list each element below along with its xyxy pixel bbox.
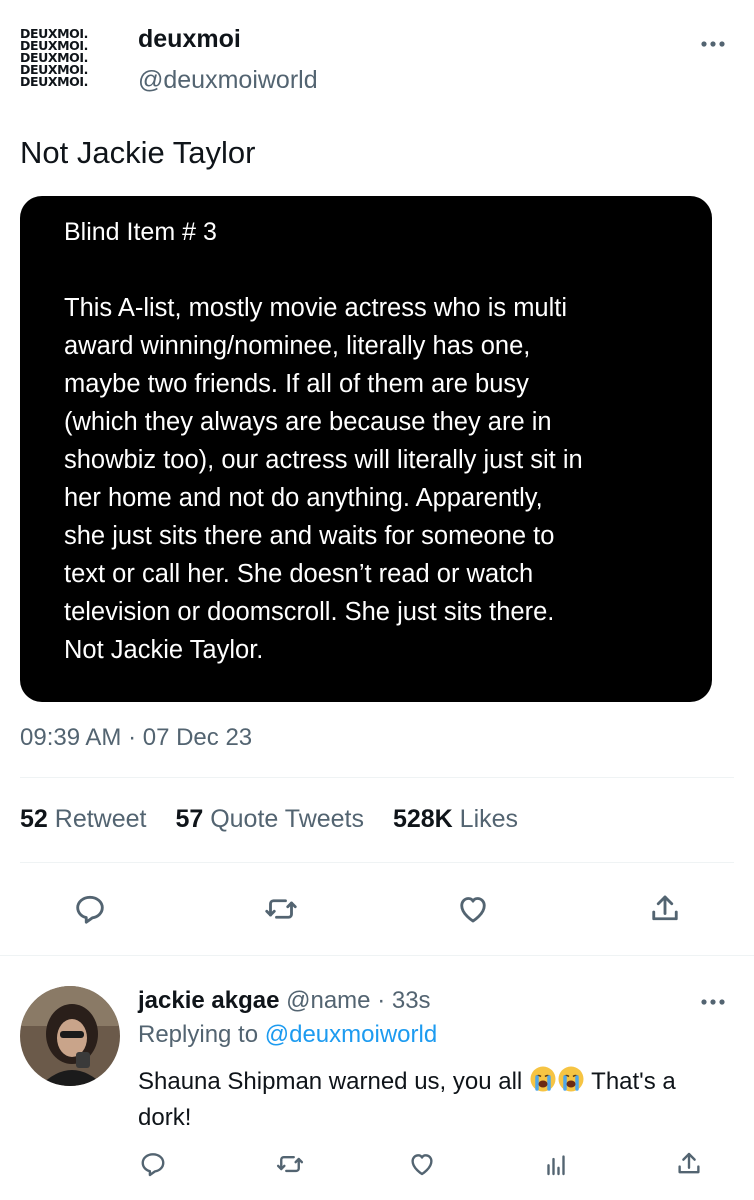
tweet-stats: 52 Retweet 57 Quote Tweets 528K Likes — [20, 805, 540, 834]
reply-text-start: Shauna Shipman warned us, you all — [138, 1068, 523, 1095]
retweets-stat[interactable]: 52 Retweet — [20, 805, 146, 833]
reply-author-handle[interactable]: @name — [286, 987, 370, 1014]
reply-text: Shauna Shipman warned us, you all That's… — [138, 1065, 728, 1134]
reply-author-name[interactable]: jackie akgae — [138, 987, 279, 1014]
blind-item-line: she just sits there and waits for someon… — [64, 522, 555, 550]
share-icon[interactable] — [667, 1142, 711, 1186]
reply-header: jackie akgae @name · 33s — [138, 987, 431, 1015]
blind-item-line: Not Jackie Taylor. — [64, 636, 264, 664]
loudly-crying-face-icon — [557, 1065, 585, 1102]
blind-item-line: maybe two friends. If all of them are bu… — [64, 370, 529, 398]
blind-item-line: (which they always are because they are … — [64, 408, 552, 436]
likes-count: 528K — [392, 805, 453, 833]
blind-item-image[interactable]: Blind Item # 3 This A-list, mostly movie… — [20, 196, 712, 702]
quote-tweets-count: 57 — [175, 805, 204, 833]
reply-icon[interactable] — [68, 887, 112, 931]
replying-to-link[interactable]: @deuxmoiworld — [265, 1021, 437, 1048]
section-divider — [0, 955, 754, 956]
retweets-label: Retweet — [54, 805, 147, 833]
quote-tweets-stat[interactable]: 57 Quote Tweets — [175, 805, 364, 833]
replying-to-label: Replying to — [138, 1021, 259, 1048]
reply-time[interactable]: · 33s — [377, 987, 430, 1014]
divider — [20, 777, 734, 778]
quote-tweets-label: Quote Tweets — [210, 805, 364, 833]
more-options-icon[interactable] — [698, 34, 728, 54]
author-display-name[interactable]: deuxmoi — [138, 25, 241, 54]
author-handle[interactable]: @deuxmoiworld — [138, 66, 318, 95]
share-icon[interactable] — [643, 887, 687, 931]
divider — [20, 862, 734, 863]
likes-stat[interactable]: 528K Likes — [393, 805, 518, 833]
blind-item-line: television or doomscroll. She just sits … — [64, 598, 555, 626]
like-icon[interactable] — [451, 887, 495, 931]
blind-item-line: text or call her. She doesn’t read or wa… — [64, 560, 534, 588]
tweet-timestamp[interactable]: 09:39 AM · 07 Dec 23 — [20, 724, 252, 752]
blind-item-line: her home and not do anything. Apparently… — [64, 484, 543, 512]
blind-item-line: showbiz too), our actress will literally… — [64, 446, 583, 474]
tweet-text: Not Jackie Taylor — [20, 135, 256, 170]
retweets-count: 52 — [20, 805, 48, 833]
loudly-crying-face-icon — [529, 1065, 557, 1102]
deuxmoi-logo[interactable]: DEUXMOI. DEUXMOI. DEUXMOI. DEUXMOI. DEUX… — [20, 27, 116, 98]
reply-icon[interactable] — [131, 1142, 175, 1186]
likes-label: Likes — [459, 805, 519, 833]
analytics-icon[interactable] — [534, 1142, 578, 1186]
blind-item-title: Blind Item # 3 — [64, 218, 217, 246]
more-options-icon[interactable] — [698, 992, 728, 1012]
retweet-icon[interactable] — [268, 1142, 312, 1186]
logo-line: DEUXMOI. — [20, 74, 88, 89]
blind-item-line: award winning/nominee, literally has one… — [64, 332, 531, 360]
avatar[interactable] — [20, 986, 120, 1086]
blind-item-line: This A-list, mostly movie actress who is… — [64, 294, 568, 322]
replying-to: Replying to @deuxmoiworld — [138, 1021, 437, 1049]
like-icon[interactable] — [400, 1142, 444, 1186]
retweet-icon[interactable] — [259, 887, 303, 931]
